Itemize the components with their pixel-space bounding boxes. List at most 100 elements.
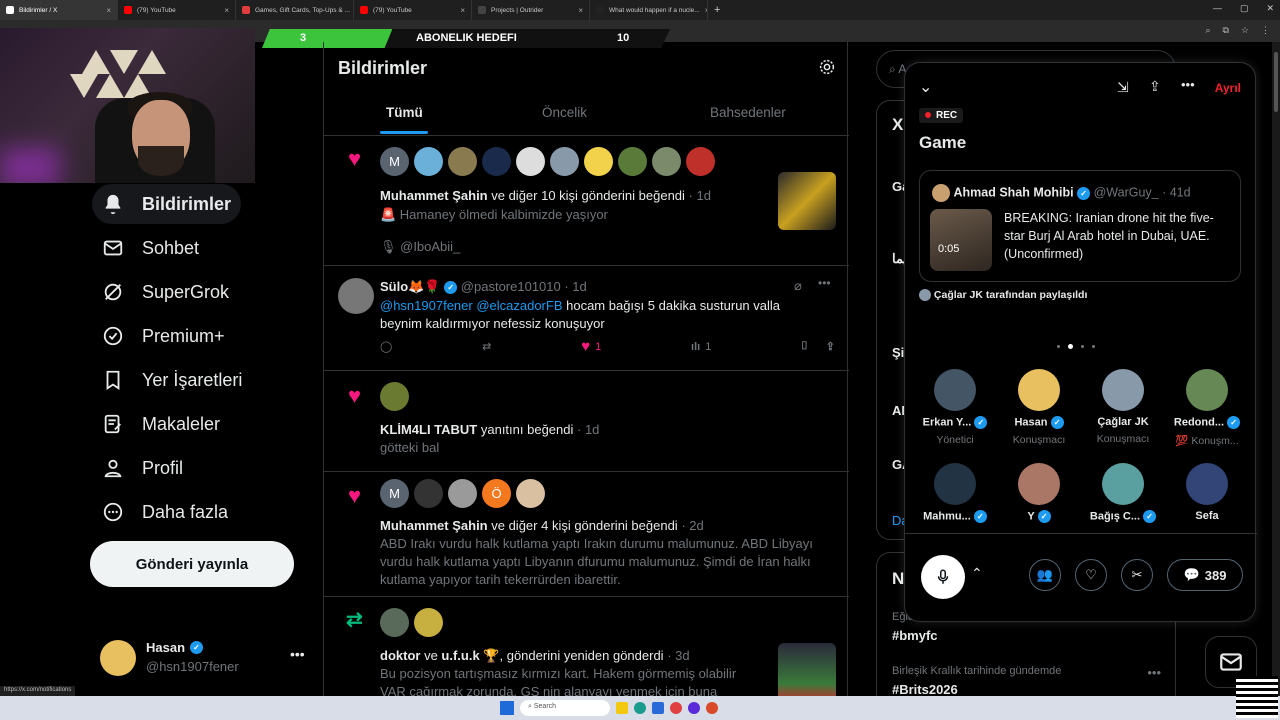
clip-button[interactable]: ✂ <box>1121 559 1153 591</box>
comments-button[interactable]: 💬 389 <box>1167 559 1243 591</box>
post-thumbnail[interactable] <box>778 643 836 701</box>
app-icon[interactable] <box>688 702 700 714</box>
bookmark-icon[interactable]: ⌷ <box>801 340 808 353</box>
nav-item-profile[interactable]: Profil <box>92 448 193 488</box>
avatar[interactable] <box>482 147 511 176</box>
avatar[interactable] <box>338 278 374 314</box>
nav-item-supergrok[interactable]: SuperGrok <box>92 272 239 312</box>
browser-tab[interactable]: What would happen if a nucle... × <box>590 0 708 20</box>
post-button[interactable]: Gönderi yayınla <box>90 541 294 587</box>
notification-item[interactable]: ♥ M Muhammet Şahin ve diğer 10 kişi gönd… <box>324 136 849 266</box>
chevron-down-icon[interactable]: ⌄ <box>919 77 932 97</box>
menu-icon[interactable]: ⋮ <box>1261 25 1270 36</box>
minimize-icon[interactable]: — <box>1213 3 1222 14</box>
star-icon[interactable]: ☆ <box>1241 25 1249 36</box>
nav-item-bookmarks[interactable]: Yer İşaretleri <box>92 360 252 400</box>
nav-item-chat[interactable]: Sohbet <box>92 228 209 268</box>
browser-tab[interactable]: (79) YouTube × <box>354 0 472 20</box>
like-button[interactable]: ♥ 1 <box>581 338 601 355</box>
speaker[interactable]: Erkan Y... ✓ Yönetici <box>913 369 997 446</box>
video-thumbnail[interactable] <box>930 209 992 271</box>
avatar[interactable] <box>448 147 477 176</box>
speaker[interactable]: Çağlar JK Konuşmacı <box>1081 369 1165 445</box>
nav-item-articles[interactable]: Makaleler <box>92 404 230 444</box>
mention-links[interactable]: @hsn1907fener @elcazadorFB <box>380 298 563 313</box>
tab-mentions[interactable]: Bahsedenler <box>710 105 786 120</box>
speaker[interactable]: Hasan ✓ Konuşmacı <box>997 369 1081 446</box>
maximize-icon[interactable]: ▢ <box>1240 3 1249 14</box>
avatar[interactable] <box>414 147 443 176</box>
speaker[interactable]: Y ✓ <box>997 463 1081 523</box>
browser-tab[interactable]: Games, Gift Cards, Top-Ups & ...× <box>236 0 354 20</box>
taskbar-search[interactable]: ⌕ Search <box>520 700 610 716</box>
actor-name[interactable]: KLİM4LI TABUT <box>380 422 477 437</box>
close-tab-icon[interactable]: × <box>106 6 111 15</box>
zoom-icon[interactable]: ⌕ <box>1205 25 1210 36</box>
trend-name[interactable]: #Brits2026 <box>892 682 958 697</box>
store-icon[interactable] <box>652 702 664 714</box>
avatar[interactable] <box>414 479 443 508</box>
more-icon[interactable]: ••• <box>1147 665 1161 680</box>
share-icon[interactable]: ⇪ <box>826 340 835 353</box>
chrome-icon[interactable] <box>670 702 682 714</box>
account-switcher[interactable]: Hasan ✓ @hsn1907fener ••• <box>100 640 310 676</box>
react-button[interactable]: ♡ <box>1075 559 1107 591</box>
tab-priority[interactable]: Öncelik <box>542 105 587 120</box>
actor-name[interactable]: u.f.u.k 🏆 <box>441 648 499 663</box>
actor-name[interactable]: doktor <box>380 648 420 663</box>
chevron-up-icon[interactable]: ⌃ <box>971 565 983 582</box>
pinned-post-card[interactable]: Ahmad Shah Mohibi ✓ @WarGuy_ · 41d 0:05 … <box>919 170 1241 282</box>
notification-reply[interactable]: Sülo🦊🌹 ✓ @pastore101010 · 1d ⌀ ••• @hsn1… <box>324 266 849 371</box>
avatar[interactable] <box>516 479 545 508</box>
notification-item[interactable]: ⇄ doktor ve u.f.u.k 🏆, gönderini yeniden… <box>324 597 849 707</box>
avatar[interactable]: M <box>380 147 409 176</box>
repost-icon[interactable]: ⇄ <box>482 340 491 353</box>
edge-icon[interactable] <box>634 702 646 714</box>
windows-start-icon[interactable] <box>500 701 514 715</box>
close-tab-icon[interactable]: × <box>460 6 465 15</box>
close-window-icon[interactable]: ✕ <box>1266 3 1274 14</box>
gear-icon[interactable] <box>818 58 836 76</box>
nav-item-premium[interactable]: Premium+ <box>92 316 235 356</box>
browser-tab[interactable]: (79) YouTube × <box>118 0 236 20</box>
avatar[interactable] <box>516 147 545 176</box>
avatar[interactable]: Ö <box>482 479 511 508</box>
scrollbar[interactable] <box>1272 42 1280 696</box>
avatar[interactable]: M <box>380 479 409 508</box>
avatar[interactable] <box>380 382 409 411</box>
participants-button[interactable]: 👥 <box>1029 559 1061 591</box>
more-icon[interactable]: ••• <box>1181 77 1195 92</box>
nav-item-more[interactable]: Daha fazla <box>92 492 238 532</box>
close-tab-icon[interactable]: × <box>578 6 583 15</box>
avatar[interactable] <box>652 147 681 176</box>
close-tab-icon[interactable]: × <box>224 6 229 15</box>
more-icon[interactable]: ••• <box>290 646 305 662</box>
avatar[interactable] <box>686 147 715 176</box>
speaker[interactable]: Sefa <box>1165 463 1249 522</box>
mic-button[interactable] <box>921 555 965 599</box>
trend-name[interactable]: #bmyfc <box>892 628 938 643</box>
extension-icon[interactable]: ⧉ <box>1222 25 1228 36</box>
folder-icon[interactable] <box>616 702 628 714</box>
browser-tab[interactable]: Projects | Outrider × <box>472 0 590 20</box>
avatar[interactable] <box>380 608 409 637</box>
avatar[interactable] <box>584 147 613 176</box>
post-thumbnail[interactable] <box>778 172 836 230</box>
close-tab-icon[interactable]: × <box>705 6 707 15</box>
avatar[interactable] <box>550 147 579 176</box>
speaker[interactable]: Bağış C... ✓ <box>1081 463 1165 523</box>
tab-all[interactable]: Tümü <box>386 105 423 120</box>
minimize-dock-icon[interactable]: ⇲ <box>1117 79 1129 96</box>
new-tab-icon[interactable]: + <box>714 4 720 16</box>
actor-name[interactable]: Muhammet Şahin <box>380 188 488 203</box>
author-name[interactable]: Sülo🦊🌹 <box>380 279 441 294</box>
actor-name[interactable]: Muhammet Şahin <box>380 518 488 533</box>
browser-tab[interactable]: Bildirimler / X × <box>0 0 118 20</box>
speaker[interactable]: Redond... ✓ 💯 Konuşm... <box>1165 369 1249 447</box>
more-icon[interactable]: ••• <box>818 276 831 290</box>
avatar[interactable] <box>414 608 443 637</box>
nav-item-notifications[interactable]: Bildirimler <box>92 184 242 224</box>
grok-icon[interactable]: ⌀ <box>794 278 802 294</box>
carousel-dots[interactable] <box>1057 344 1095 349</box>
notification-item[interactable]: ♥ KLİM4LI TABUT yanıtını beğendi · 1d gö… <box>324 371 849 472</box>
